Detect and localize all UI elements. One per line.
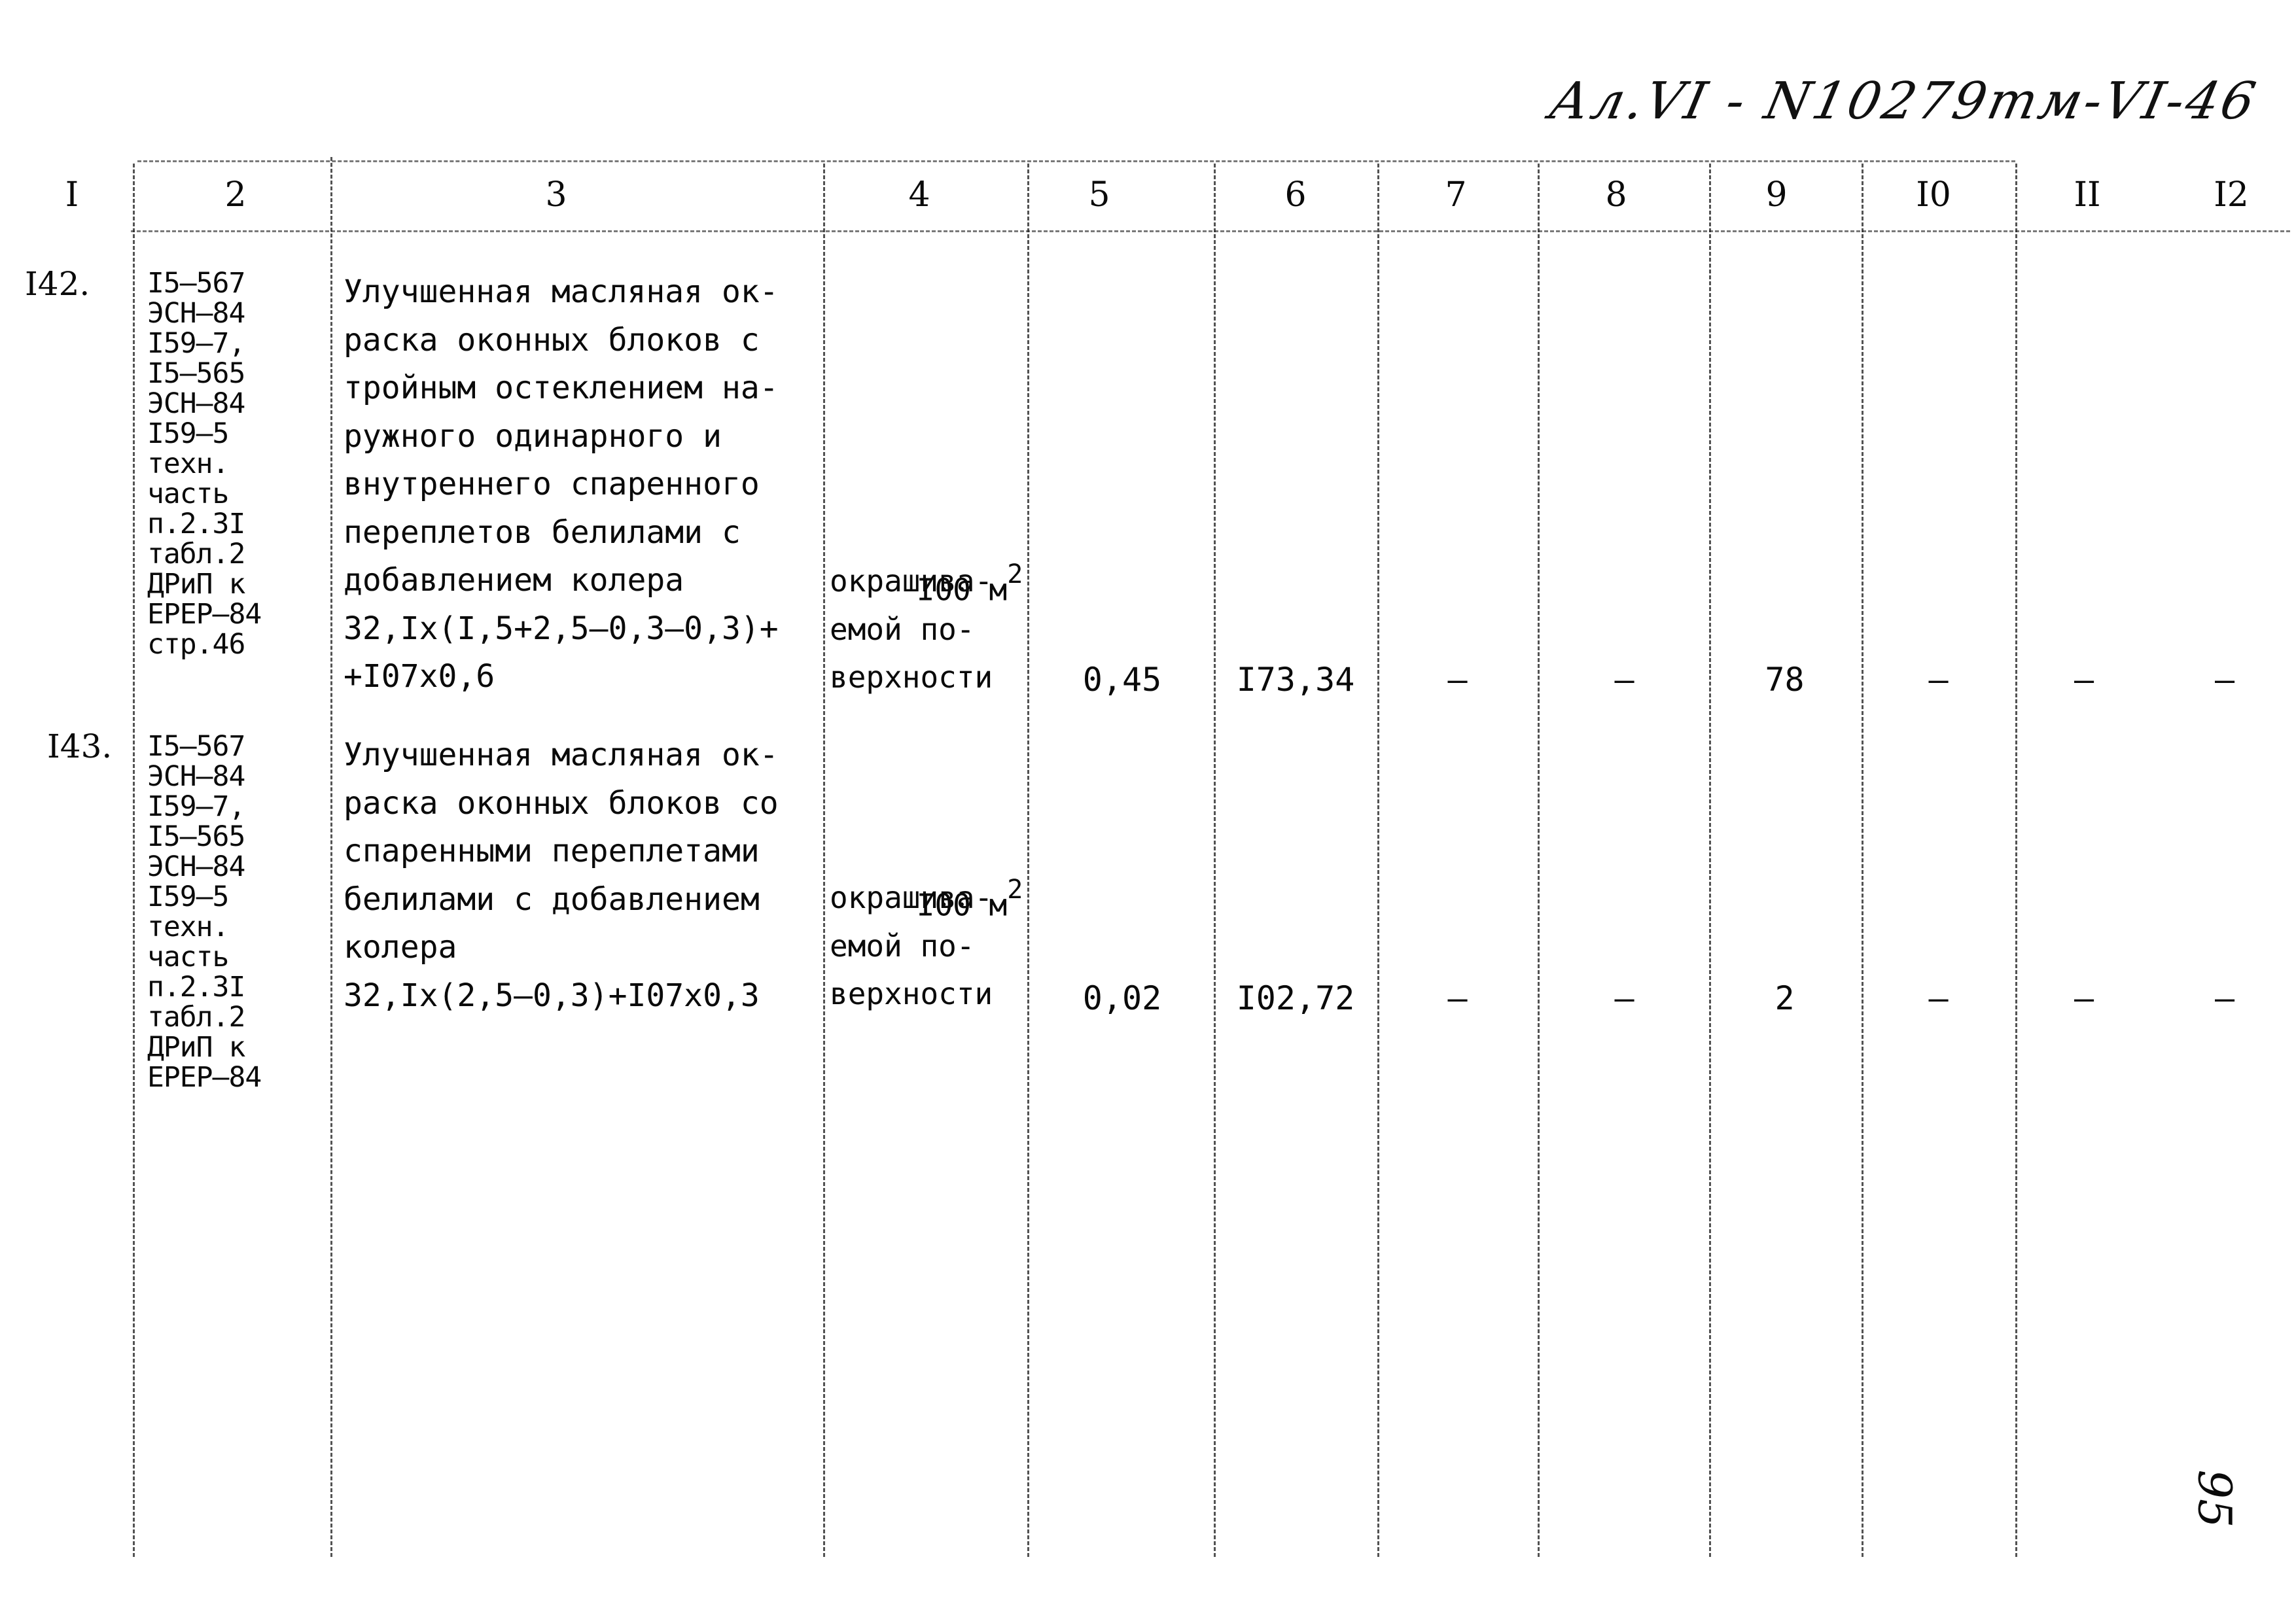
- col-separator-5-6: [1214, 164, 1216, 1557]
- column-header-1: I: [65, 175, 79, 215]
- header-bottom-rule: [131, 230, 2290, 232]
- col-separator-4-5: [1027, 164, 1029, 1557]
- cell-col10: –: [1928, 979, 1949, 1017]
- cell-col11: –: [2074, 661, 2094, 699]
- cell-col5: 0,45: [1082, 661, 1162, 699]
- col-separator-3-4: [823, 164, 825, 1557]
- column-header-3: 3: [545, 175, 567, 215]
- cell-col9: 2: [1775, 979, 1795, 1017]
- cell-col8: –: [1614, 979, 1634, 1017]
- col-separator-1-2: [133, 164, 135, 1557]
- cell-col8: –: [1614, 661, 1634, 699]
- col-separator-6-7: [1377, 164, 1379, 1557]
- col-separator-2-3: [330, 157, 332, 1557]
- cell-col5: 0,02: [1082, 979, 1162, 1017]
- norm-references: I5–567 ЭСН–84 I59–7, I5–565 ЭСН–84 I59–5…: [147, 730, 262, 1094]
- column-header-7: 7: [1445, 175, 1467, 215]
- column-header-8: 8: [1605, 175, 1627, 215]
- col-separator-7-8: [1538, 164, 1540, 1557]
- cell-col6: I73,34: [1236, 661, 1355, 699]
- document-code-handwritten: Ал.VI - N10279тм-VI-46: [1544, 72, 2263, 131]
- page-number: 95: [2187, 1469, 2242, 1528]
- header-top-rule: [137, 160, 2015, 162]
- col-separator-10-11: [2015, 164, 2017, 1557]
- cell-col7: –: [1447, 661, 1468, 699]
- work-description: Улучшенная масляная ок- раска оконных бл…: [344, 273, 779, 695]
- column-header-6: 6: [1284, 175, 1307, 215]
- row-number: I42.: [25, 265, 90, 303]
- row-number: I43.: [47, 727, 113, 765]
- cell-col11: –: [2074, 979, 2094, 1017]
- col-separator-8-9: [1709, 164, 1711, 1557]
- cell-col6: I02,72: [1236, 979, 1355, 1017]
- column-header-2: 2: [224, 175, 247, 215]
- work-description: Улучшенная масляная ок- раска оконных бл…: [344, 737, 779, 1014]
- unit-exponent: 2: [1007, 559, 1023, 589]
- column-header-5: 5: [1088, 175, 1110, 215]
- measurement-unit-description: окрашива- емой по- верхности: [830, 880, 993, 1011]
- measurement-unit-description: окрашива- емой по- верхности: [830, 563, 993, 695]
- cell-col12: –: [2214, 661, 2235, 699]
- column-header-10: I0: [1916, 175, 1951, 215]
- column-header-11: II: [2074, 175, 2101, 215]
- column-header-9: 9: [1765, 175, 1788, 215]
- cell-col7: –: [1447, 979, 1468, 1017]
- cell-col10: –: [1928, 661, 1949, 699]
- cell-col12: –: [2214, 979, 2235, 1017]
- col-separator-9-10: [1862, 164, 1863, 1557]
- column-header-4: 4: [908, 175, 930, 215]
- cell-col9: 78: [1765, 661, 1805, 699]
- unit-exponent: 2: [1007, 874, 1023, 905]
- column-header-12: I2: [2214, 175, 2249, 215]
- norm-references: I5–567 ЭСН–84 I59–7, I5–565 ЭСН–84 I59–5…: [147, 267, 262, 661]
